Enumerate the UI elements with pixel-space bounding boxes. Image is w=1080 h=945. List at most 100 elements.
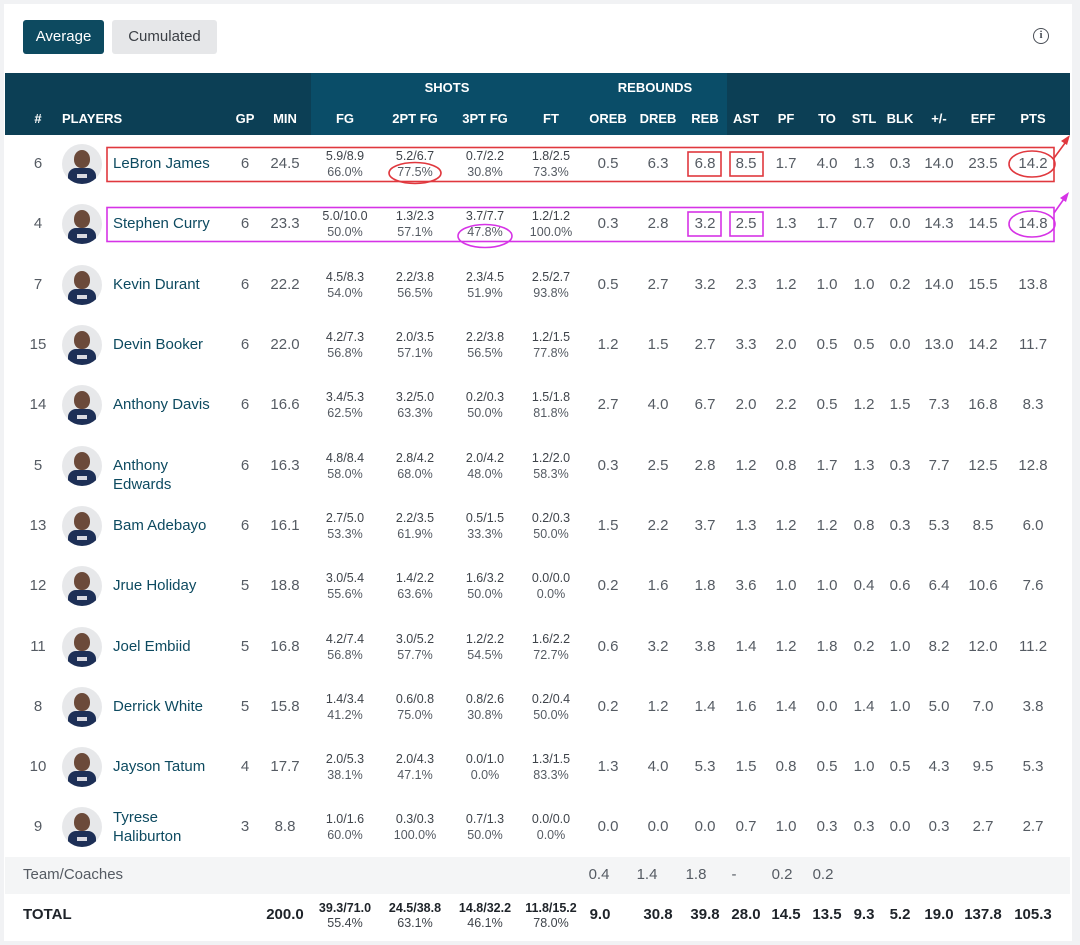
col-header-to[interactable]: TO: [807, 103, 847, 135]
player-name-link[interactable]: Anthony Davis: [113, 395, 223, 414]
stat-to: 1.2: [816, 516, 838, 534]
stat-min: 24.5: [270, 155, 300, 173]
stat-ft-percent: 81.8%: [533, 406, 569, 421]
stat-dreb: 2.7: [647, 275, 669, 293]
col-header-pts[interactable]: PTS: [1007, 103, 1059, 135]
cumulated-toggle-button[interactable]: Cumulated: [112, 20, 217, 54]
player-number: 14: [29, 396, 47, 414]
stat-p2-made-attempted: 3.2/5.0: [395, 390, 435, 405]
col-header-gp[interactable]: GP: [230, 103, 260, 135]
stat-ft-cell: 1.3/1.5 83.3%: [519, 751, 583, 783]
stat-blk: 0.5: [889, 758, 911, 776]
stat-dreb: 0.0: [647, 818, 669, 836]
player-avatar[interactable]: [62, 144, 102, 185]
stat-ft-made-attempted: 1.5/1.8: [531, 390, 571, 405]
total-p3-cell: 14.8/32.2 46.1%: [449, 901, 521, 931]
player-name-link[interactable]: Bam Adebayo: [113, 516, 223, 535]
col-header-ast[interactable]: AST: [727, 103, 765, 135]
stat-p3-cell: 0.5/1.5 33.3%: [451, 510, 519, 542]
stat-stl: 1.0: [853, 758, 875, 776]
player-avatar[interactable]: [62, 747, 102, 788]
player-name-link[interactable]: Stephen Curry: [113, 214, 223, 233]
stat-reb: 6.7: [694, 396, 716, 414]
stat-p2-percent: 68.0%: [397, 466, 433, 481]
player-name-link[interactable]: Anthony Edwards: [113, 456, 223, 494]
stat-gp: 5: [240, 697, 250, 715]
player-name-link[interactable]: Derrick White: [113, 697, 223, 716]
stat-fg-cell: 2.7/5.0 53.3%: [311, 510, 379, 542]
player-name-link[interactable]: Kevin Durant: [113, 275, 223, 294]
stat-p3-cell: 2.3/4.5 51.9%: [451, 269, 519, 301]
player-avatar[interactable]: [62, 686, 102, 727]
stat-fg-cell: 3.0/5.4 55.6%: [311, 570, 379, 602]
player-name-link[interactable]: LeBron James: [113, 154, 223, 173]
stat-ft-made-attempted: 0.2/0.4: [531, 691, 571, 706]
player-avatar[interactable]: [62, 445, 102, 486]
player-avatar[interactable]: [62, 626, 102, 667]
total-stl: 9.3: [853, 906, 875, 923]
col-header-min[interactable]: MIN: [262, 103, 308, 135]
player-avatar[interactable]: [62, 264, 102, 305]
stat-min: 15.8: [270, 697, 300, 715]
stat-p3-made-attempted: 0.5/1.5: [465, 510, 505, 525]
col-header-num[interactable]: #: [20, 103, 56, 135]
col-header-oreb[interactable]: OREB: [583, 103, 633, 135]
stat-min: 16.1: [270, 516, 300, 534]
stat-fg-cell: 5.0/10.0 50.0%: [311, 208, 379, 240]
stat-fg-percent: 55.6%: [327, 587, 363, 602]
col-header-pf[interactable]: PF: [765, 103, 807, 135]
stat-p2-percent: 77.5%: [397, 165, 433, 180]
total-pts: 105.3: [1014, 906, 1052, 923]
player-avatar[interactable]: [62, 325, 102, 366]
total-dreb: 30.8: [643, 906, 673, 923]
stat-fg-made-attempted: 3.4/5.3: [325, 390, 365, 405]
stat-pf: 1.7: [775, 155, 797, 173]
player-number: 6: [33, 155, 43, 173]
stat-to: 0.5: [816, 336, 838, 354]
stat-dreb: 4.0: [647, 758, 669, 776]
stat-ft-made-attempted: 1.2/1.5: [531, 330, 571, 345]
col-header-ft[interactable]: FT: [519, 103, 583, 135]
stat-p3-cell: 3.7/7.7 47.8%: [451, 208, 519, 240]
stat-p3-percent: 47.8%: [467, 225, 503, 240]
stat-fg-made-attempted: 5.0/10.0: [322, 209, 368, 224]
stat-reb: 3.2: [694, 275, 716, 293]
stat-p2-cell: 0.3/0.3 100.0%: [381, 811, 449, 843]
average-toggle-button[interactable]: Average: [23, 20, 104, 54]
player-name-link[interactable]: Tyrese Haliburton: [113, 808, 223, 846]
stat-ft-made-attempted: 1.2/1.2: [531, 209, 571, 224]
col-header-players[interactable]: PLAYERS: [62, 103, 182, 135]
info-icon[interactable]: i: [1033, 28, 1049, 44]
col-header-p2[interactable]: 2PT FG: [381, 103, 449, 135]
stat-oreb: 2.7: [597, 396, 619, 414]
col-header-fg[interactable]: FG: [311, 103, 379, 135]
player-name-link[interactable]: Jrue Holiday: [113, 576, 223, 595]
col-header-reb[interactable]: REB: [683, 103, 727, 135]
col-header-eff[interactable]: EFF: [959, 103, 1007, 135]
player-number: 8: [33, 697, 43, 715]
stat-p3-percent: 0.0%: [470, 768, 500, 783]
player-name-link[interactable]: Devin Booker: [113, 335, 223, 354]
col-header-blk[interactable]: BLK: [881, 103, 919, 135]
stat-p2-cell: 0.6/0.8 75.0%: [381, 691, 449, 723]
player-avatar[interactable]: [62, 505, 102, 546]
stat-to: 1.7: [816, 215, 838, 233]
player-avatar[interactable]: [62, 566, 102, 607]
stat-ft-made-attempted: 1.2/2.0: [531, 450, 571, 465]
stat-oreb: 0.3: [597, 456, 619, 474]
col-header-p3[interactable]: 3PT FG: [451, 103, 519, 135]
col-header-stl[interactable]: STL: [847, 103, 881, 135]
stat-ast: 3.3: [735, 336, 757, 354]
stat-pf: 1.0: [775, 577, 797, 595]
stat-min: 16.8: [270, 637, 300, 655]
stat-p2-percent: 100.0%: [393, 828, 437, 843]
stat-ast: 2.3: [735, 275, 757, 293]
stat-ft-made-attempted: 0.2/0.3: [531, 510, 571, 525]
team-reb: 1.8: [685, 866, 707, 883]
player-name-link[interactable]: Joel Embiid: [113, 637, 223, 656]
stat-p2-cell: 1.3/2.3 57.1%: [381, 208, 449, 240]
stat-pm: 14.0: [924, 275, 954, 293]
player-name-link[interactable]: Jayson Tatum: [113, 757, 223, 776]
col-header-dreb[interactable]: DREB: [633, 103, 683, 135]
col-header-pm[interactable]: +/-: [919, 103, 959, 135]
